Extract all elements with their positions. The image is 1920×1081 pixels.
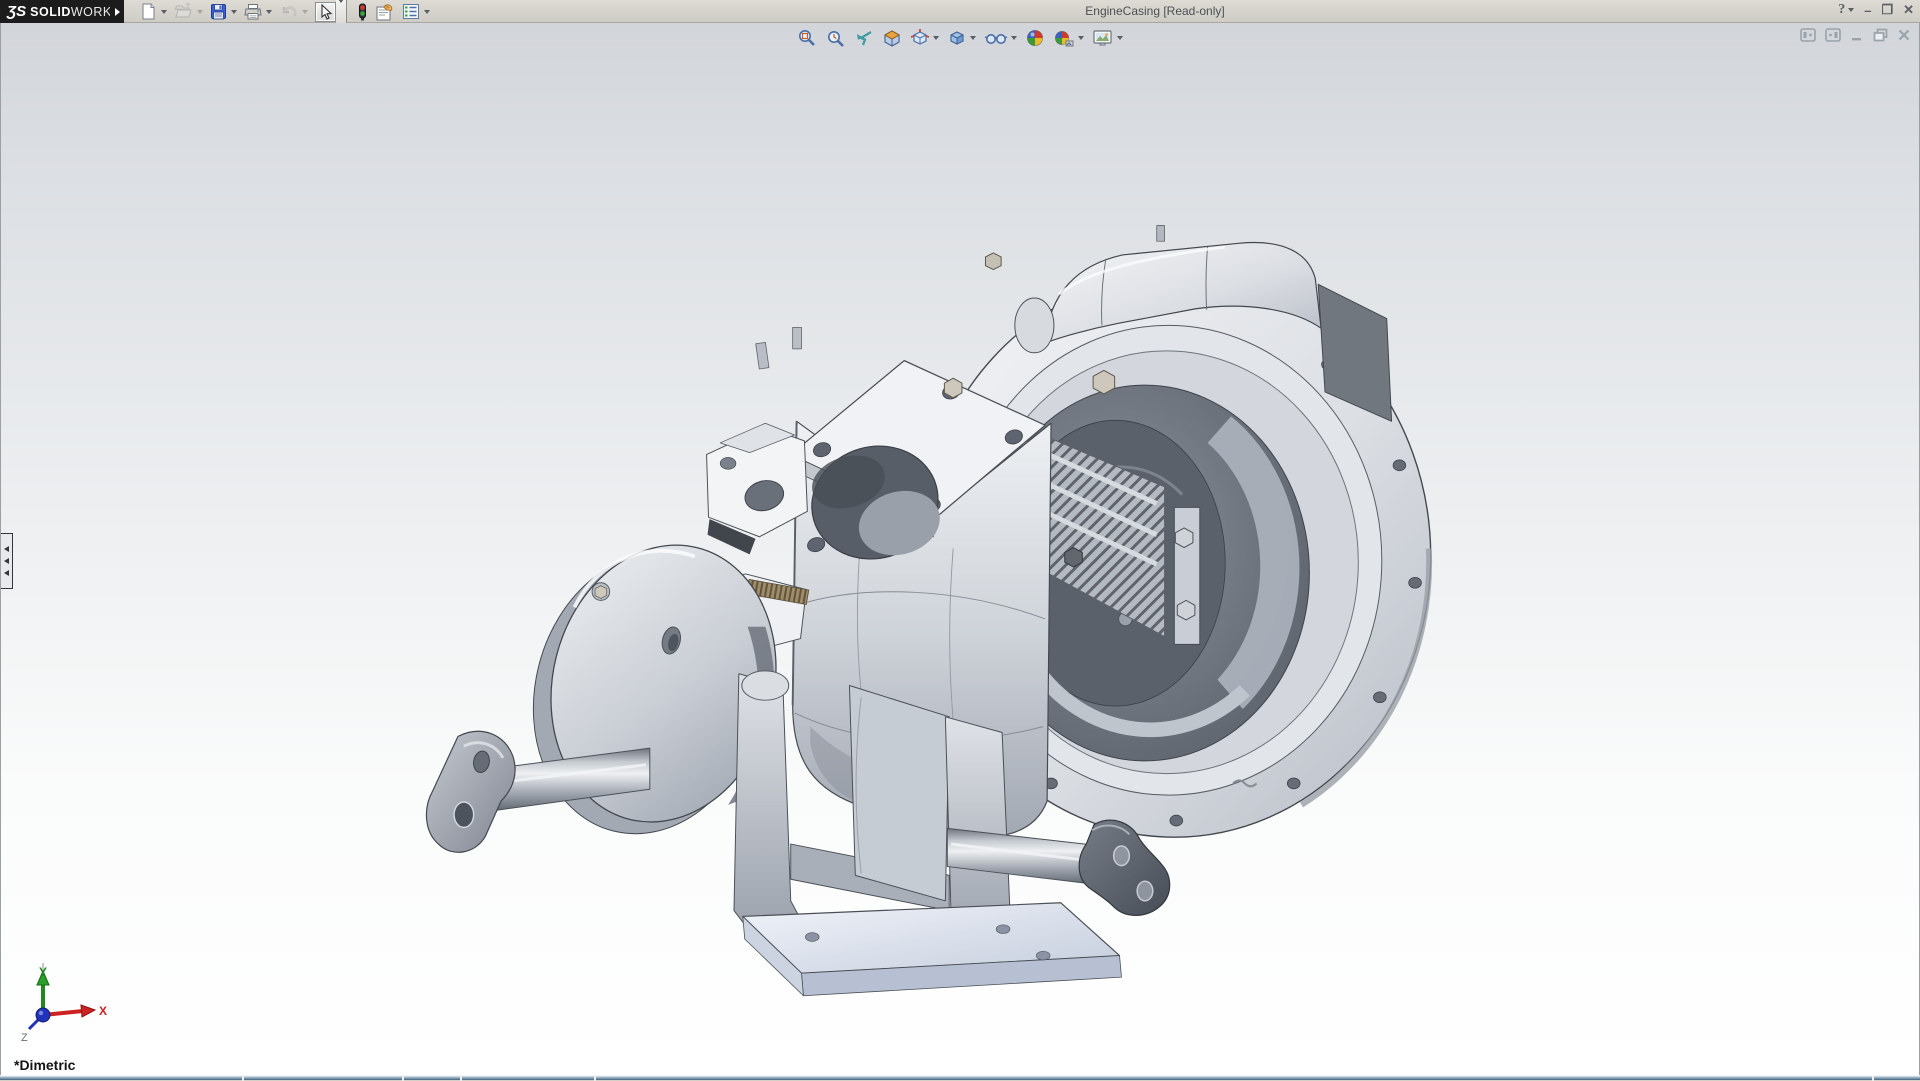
undo-button[interactable] bbox=[279, 3, 308, 20]
triad-x-label: X bbox=[99, 1004, 107, 1018]
stoplight-icon bbox=[357, 3, 368, 21]
ds-logo-glyph: ƷS bbox=[7, 3, 26, 20]
close-button[interactable]: ✕ bbox=[1903, 2, 1914, 18]
engine-casing-3d-model[interactable] bbox=[1, 23, 1920, 1075]
printer-icon bbox=[244, 3, 262, 20]
restore-button[interactable]: ❐ bbox=[1881, 2, 1893, 18]
options-checklist-icon bbox=[402, 3, 420, 20]
select-cursor-icon bbox=[318, 4, 333, 20]
print-button[interactable] bbox=[244, 3, 272, 20]
orientation-triad: Y X Z bbox=[11, 963, 121, 1043]
select-tool-dropdown[interactable] bbox=[336, 0, 347, 25]
save-button[interactable] bbox=[210, 3, 237, 20]
status-bar-edge bbox=[0, 1075, 1920, 1080]
window-controls: ? – ❐ ✕ bbox=[1838, 2, 1914, 18]
save-floppy-icon bbox=[210, 3, 227, 20]
minimize-button[interactable]: – bbox=[1864, 3, 1871, 18]
triad-z-label: Z bbox=[21, 1032, 28, 1043]
options-button[interactable] bbox=[402, 3, 430, 20]
solidworks-logo: ƷS SOLIDWORKS bbox=[0, 0, 110, 23]
graphics-viewport[interactable]: Y X Z *Dimetric bbox=[0, 23, 1920, 1075]
file-properties-icon bbox=[375, 3, 395, 21]
select-tool-button[interactable] bbox=[315, 0, 347, 25]
new-document-button[interactable] bbox=[140, 3, 167, 20]
rebuild-stoplight-button[interactable] bbox=[357, 3, 368, 21]
view-orientation-label: *Dimetric bbox=[14, 1057, 75, 1073]
file-properties-button[interactable] bbox=[375, 3, 395, 21]
open-document-button[interactable] bbox=[174, 3, 203, 20]
title-bar: ƷS SOLIDWORKS bbox=[0, 0, 1920, 23]
new-document-icon bbox=[140, 3, 157, 20]
menu-expand-arrow-icon[interactable] bbox=[110, 0, 124, 23]
main-toolbar bbox=[140, 1, 437, 22]
undo-arrow-icon bbox=[279, 3, 298, 20]
help-button[interactable]: ? bbox=[1838, 2, 1854, 18]
window-title: EngineCasing [Read-only] bbox=[1040, 4, 1270, 18]
open-folder-icon bbox=[174, 3, 193, 20]
triad-y-label: Y bbox=[39, 965, 47, 979]
